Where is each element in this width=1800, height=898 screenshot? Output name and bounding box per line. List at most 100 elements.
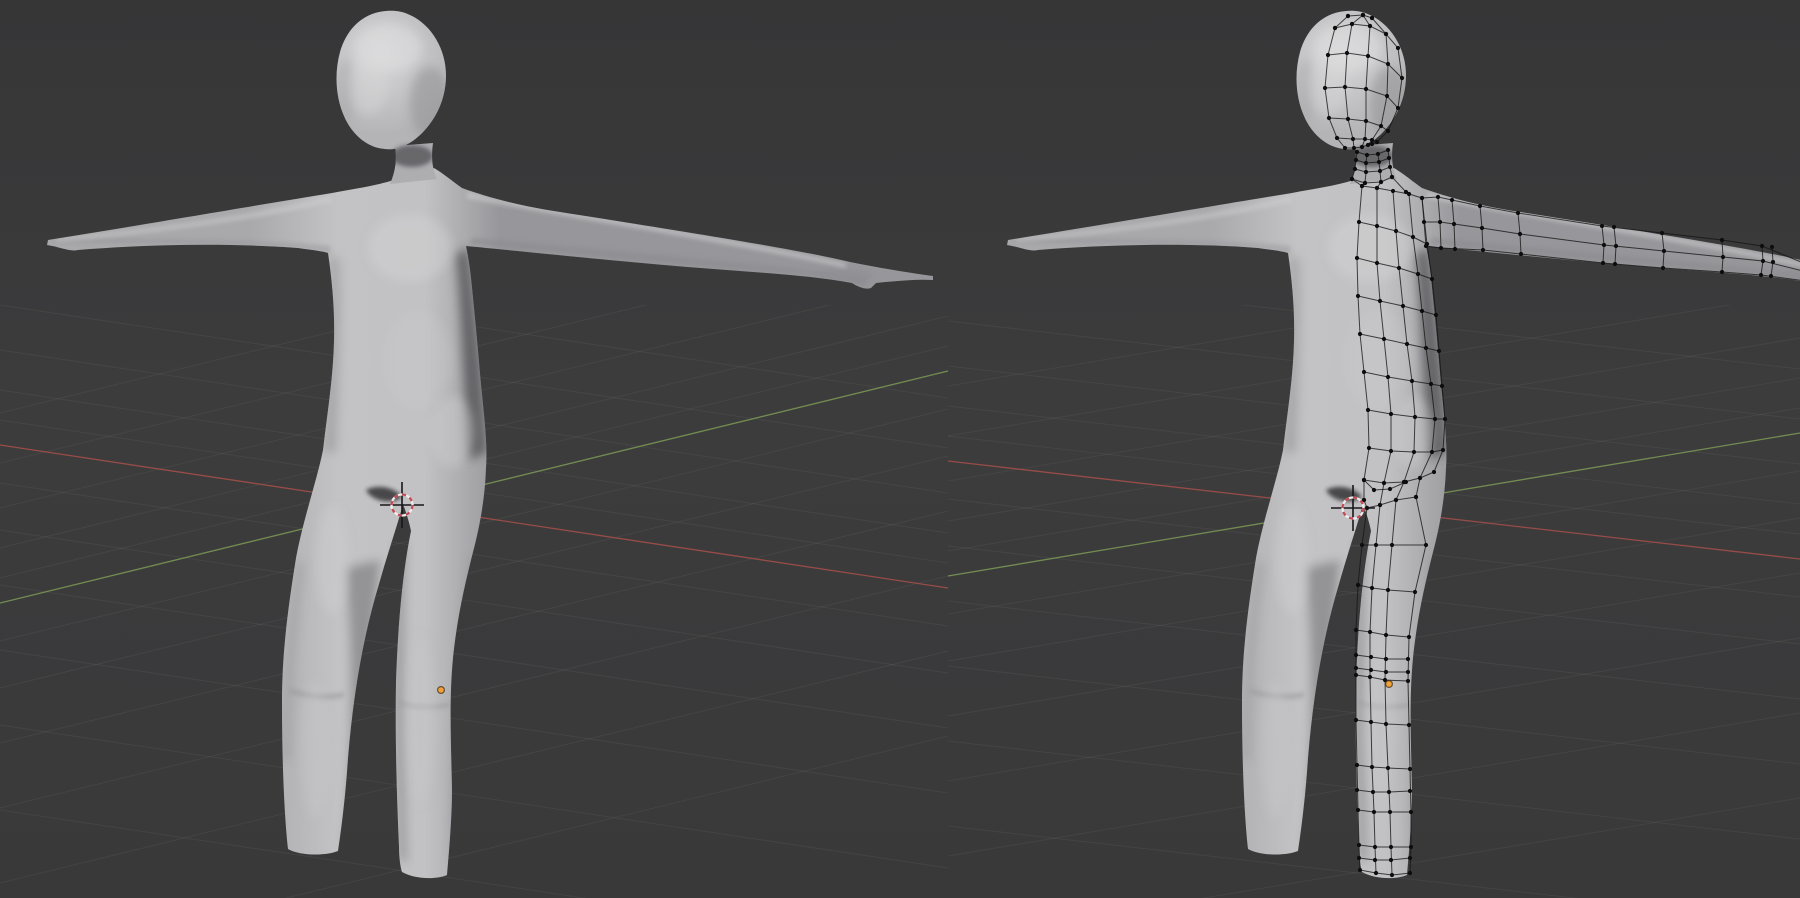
mesh-vertex[interactable]: [1346, 14, 1350, 18]
mesh-vertex[interactable]: [1357, 856, 1361, 860]
mesh-vertex[interactable]: [1760, 244, 1764, 248]
mesh-vertex[interactable]: [1382, 481, 1386, 485]
mesh-vertex[interactable]: [1370, 138, 1374, 142]
mesh-vertex[interactable]: [1661, 266, 1665, 270]
mesh-vertex[interactable]: [1408, 856, 1412, 860]
mesh-vertex[interactable]: [1384, 657, 1388, 661]
mesh-vertex[interactable]: [1396, 46, 1400, 50]
mesh-vertex[interactable]: [1720, 238, 1724, 242]
mesh-vertex[interactable]: [1394, 498, 1398, 502]
mesh-vertex[interactable]: [1406, 670, 1410, 674]
mesh-vertex[interactable]: [1424, 543, 1428, 547]
mesh-vertex[interactable]: [1354, 628, 1358, 632]
mesh-vertex[interactable]: [1612, 225, 1616, 229]
mesh-vertex[interactable]: [1397, 266, 1401, 270]
mesh-vertex[interactable]: [1769, 274, 1773, 278]
mesh-vertex[interactable]: [1409, 810, 1413, 814]
mesh-vertex[interactable]: [1602, 243, 1606, 247]
mesh-vertex[interactable]: [1372, 810, 1376, 814]
mesh-vertex[interactable]: [1373, 845, 1377, 849]
mesh-vertex[interactable]: [1366, 408, 1370, 412]
mesh-vertex[interactable]: [1412, 450, 1416, 454]
mesh-vertex[interactable]: [1357, 843, 1361, 847]
mesh-vertex[interactable]: [1362, 370, 1366, 374]
mesh-vertex[interactable]: [1372, 488, 1376, 492]
mesh-vertex[interactable]: [1405, 342, 1409, 346]
mesh-vertex[interactable]: [1326, 53, 1330, 57]
mesh-vertex[interactable]: [1343, 146, 1347, 150]
mesh-vertex[interactable]: [1368, 630, 1372, 634]
mesh-vertex[interactable]: [1363, 181, 1367, 185]
mesh-vertex[interactable]: [1370, 142, 1374, 146]
object-origin-point[interactable]: [438, 687, 445, 694]
object-origin-point[interactable]: [1386, 681, 1393, 688]
mesh-vertex[interactable]: [1519, 252, 1523, 256]
mesh-vertex[interactable]: [1389, 845, 1393, 849]
mesh-vertex[interactable]: [1436, 195, 1440, 199]
mesh-vertex[interactable]: [1386, 62, 1390, 66]
mesh-vertex[interactable]: [1358, 332, 1362, 336]
mesh-vertex[interactable]: [1343, 85, 1347, 89]
mesh-vertex[interactable]: [1441, 448, 1445, 452]
mesh-vertex[interactable]: [1424, 244, 1428, 248]
mesh-vertex[interactable]: [1408, 789, 1412, 793]
mesh-vertex[interactable]: [1370, 586, 1374, 590]
mesh-vertex[interactable]: [1388, 487, 1392, 491]
mesh-vertex[interactable]: [1406, 657, 1410, 661]
mesh-vertex[interactable]: [1364, 161, 1368, 165]
mesh-vertex[interactable]: [1367, 446, 1371, 450]
mesh-vertex[interactable]: [1408, 767, 1412, 771]
mesh-vertex[interactable]: [1351, 137, 1355, 141]
mesh-vertex[interactable]: [1358, 868, 1362, 872]
mesh-vertex[interactable]: [1402, 480, 1406, 484]
mesh-vertex[interactable]: [1396, 106, 1400, 110]
mesh-vertex[interactable]: [1424, 346, 1428, 350]
mesh-vertex[interactable]: [1660, 231, 1664, 235]
mesh-vertex[interactable]: [1400, 76, 1404, 80]
mesh-vertex[interactable]: [1369, 655, 1373, 659]
mesh-vertex[interactable]: [1374, 871, 1378, 875]
mesh-vertex[interactable]: [1440, 384, 1444, 388]
mesh-vertex[interactable]: [1373, 858, 1377, 862]
mesh-vertex[interactable]: [1390, 543, 1394, 547]
mesh-vertex[interactable]: [1390, 175, 1394, 179]
mesh-vertex[interactable]: [1368, 24, 1372, 28]
mesh-vertex[interactable]: [1376, 152, 1380, 156]
mesh-vertex[interactable]: [1437, 349, 1441, 353]
mesh-vertex[interactable]: [1516, 211, 1520, 215]
mesh-vertex[interactable]: [1386, 766, 1390, 770]
mesh-vertex[interactable]: [1433, 417, 1437, 421]
mesh-vertex[interactable]: [1379, 180, 1383, 184]
mesh-vertex[interactable]: [1389, 412, 1393, 416]
mesh-vertex[interactable]: [1430, 450, 1434, 454]
mesh-vertex[interactable]: [1354, 718, 1358, 722]
mesh-vertex[interactable]: [1432, 470, 1436, 474]
mesh-vertex[interactable]: [1323, 86, 1327, 90]
mesh-vertex[interactable]: [1362, 478, 1366, 482]
mesh-vertex[interactable]: [1360, 145, 1364, 149]
mesh-vertex[interactable]: [1389, 858, 1393, 862]
mesh-vertex[interactable]: [1721, 255, 1725, 259]
mesh-vertex[interactable]: [1355, 256, 1359, 260]
mesh-vertex[interactable]: [1363, 137, 1367, 141]
mesh-vertex[interactable]: [1378, 503, 1382, 507]
mesh-vertex[interactable]: [1370, 16, 1374, 20]
mesh-vertex[interactable]: [1761, 259, 1765, 263]
mesh-vertex[interactable]: [1389, 449, 1393, 453]
mesh-vertex[interactable]: [1770, 245, 1774, 249]
mesh-vertex[interactable]: [1386, 375, 1390, 379]
mesh-vertex[interactable]: [1613, 262, 1617, 266]
mesh-vertex[interactable]: [1386, 129, 1390, 133]
mesh-vertex[interactable]: [1375, 261, 1379, 265]
mesh-vertex[interactable]: [1391, 189, 1395, 193]
mesh-vertex[interactable]: [1364, 170, 1368, 174]
mesh-vertex[interactable]: [1759, 273, 1763, 277]
mesh-vertex[interactable]: [1390, 873, 1394, 877]
mesh-vertex[interactable]: [1450, 198, 1454, 202]
mesh-vertex[interactable]: [1350, 177, 1354, 181]
mesh-vertex[interactable]: [1369, 720, 1373, 724]
mesh-vertex[interactable]: [1434, 313, 1438, 317]
mesh-vertex[interactable]: [1361, 13, 1365, 17]
mesh-vertex[interactable]: [1354, 158, 1358, 162]
mesh-vertex[interactable]: [1401, 304, 1405, 308]
